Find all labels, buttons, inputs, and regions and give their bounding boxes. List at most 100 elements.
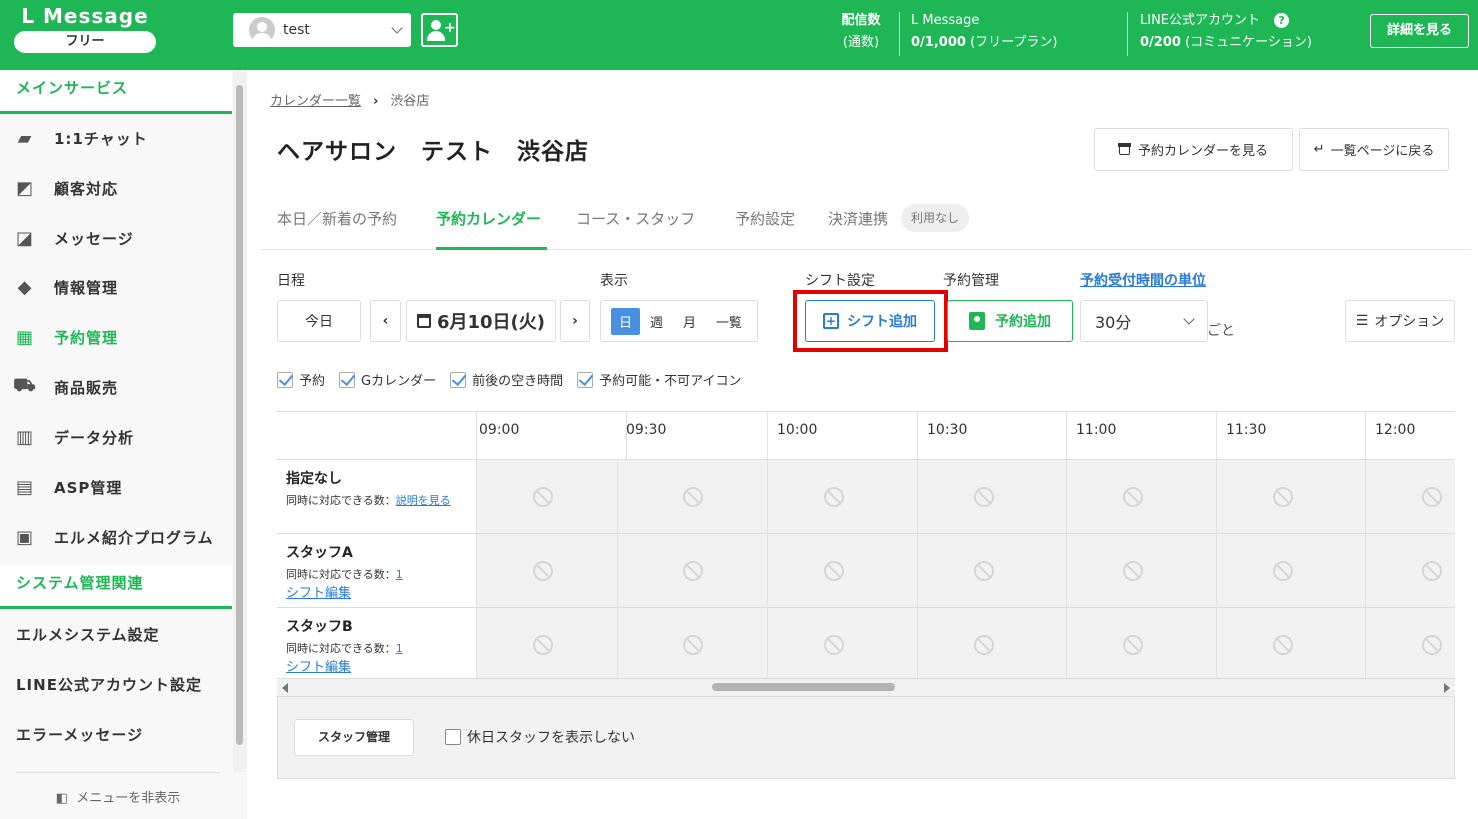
time-slot[interactable] — [1216, 460, 1366, 534]
time-slot[interactable] — [1365, 608, 1455, 678]
time-slot[interactable] — [1365, 534, 1455, 608]
next-day-button[interactable]: › — [560, 300, 590, 342]
unavailable-icon — [683, 487, 703, 507]
time-slot[interactable] — [917, 608, 1067, 678]
logo-text: L Message — [21, 4, 149, 28]
tab-payment[interactable]: 決済連携 — [828, 208, 888, 250]
checkbox-buffer-time[interactable]: 前後の空き時間 — [450, 370, 563, 389]
today-button[interactable]: 今日 — [277, 300, 361, 342]
unavailable-icon — [533, 487, 553, 507]
time-unit-select[interactable]: 30分 — [1080, 300, 1208, 342]
option-button[interactable]: ☰ オプション — [1345, 300, 1455, 342]
sidebar-item-sales[interactable]: ⛟ 商品販売 — [0, 364, 232, 410]
time-slot[interactable] — [767, 460, 917, 534]
scroll-right-icon[interactable] — [1444, 683, 1450, 693]
unavailable-icon — [1273, 487, 1293, 507]
checkbox-availability-icon[interactable]: 予約可能・不可アイコン — [577, 370, 741, 389]
time-header: 12:00 — [1365, 412, 1455, 459]
highlight-box — [793, 290, 948, 352]
sidebar-scrollbar-thumb[interactable] — [236, 85, 243, 745]
tag-icon: ◆ — [17, 276, 33, 298]
sidebar-item-customer[interactable]: ◩ 顧客対応 — [0, 165, 232, 211]
view-week[interactable]: 週 — [640, 312, 673, 331]
help-icon[interactable]: ? — [1274, 13, 1290, 28]
checkbox-gcalendar[interactable]: Gカレンダー — [339, 370, 436, 389]
scrollbar-thumb[interactable] — [712, 683, 895, 691]
hide-holiday-checkbox[interactable]: 休日スタッフを表示しない — [445, 727, 635, 747]
time-slot[interactable] — [767, 534, 917, 608]
tab-course-staff[interactable]: コース・スタッフ — [576, 208, 695, 250]
sidebar-item-label: 予約管理 — [54, 328, 119, 347]
filter-checkboxes: 予約 Gカレンダー 前後の空き時間 予約可能・不可アイコン — [277, 370, 755, 389]
time-unit-value: 30分 — [1095, 313, 1132, 332]
time-slot[interactable] — [1066, 460, 1216, 534]
time-slot[interactable] — [1066, 534, 1216, 608]
checkbox-box — [445, 729, 461, 745]
time-slot[interactable] — [917, 534, 1067, 608]
breadcrumb-link[interactable]: カレンダー一覧 — [270, 94, 361, 109]
date-picker[interactable]: 6月10日(火) — [406, 300, 556, 342]
time-slot[interactable] — [617, 460, 767, 534]
sidebar-item-error-messages[interactable]: エラーメッセージ — [16, 724, 143, 745]
view-day[interactable]: 日 — [611, 307, 641, 335]
time-slot[interactable] — [476, 534, 626, 608]
logo[interactable]: L Message フリー — [14, 4, 156, 53]
detail-button[interactable]: 詳細を見る — [1370, 14, 1469, 48]
time-slot[interactable] — [1216, 608, 1366, 678]
sidebar-item-line-settings[interactable]: LINE公式アカウント設定 — [16, 674, 202, 695]
explain-link[interactable]: 説明を見る — [396, 494, 451, 507]
view-month[interactable]: 月 — [673, 312, 706, 331]
table-row: スタッフB 同時に対応できる数：1 シフト編集 — [277, 607, 1455, 678]
delivery-count-label: 配信数 (通数) — [836, 10, 886, 54]
time-slot[interactable] — [1365, 460, 1455, 534]
checkbox-reservation[interactable]: 予約 — [277, 370, 325, 389]
time-slot[interactable] — [617, 608, 767, 678]
sidebar-section-main: メインサービス — [0, 70, 232, 114]
tab-settings[interactable]: 予約設定 — [735, 208, 795, 250]
stat-label: 配信数 — [841, 13, 881, 28]
time-slot[interactable] — [1216, 534, 1366, 608]
view-list[interactable]: 一覧 — [706, 312, 752, 331]
add-user-button[interactable]: + — [421, 13, 458, 47]
time-slot[interactable] — [917, 460, 1067, 534]
sidebar-item-label: エルメ紹介プログラム — [54, 528, 214, 547]
unit-label-link[interactable]: 予約受付時間の単位 — [1080, 270, 1206, 290]
time-slot[interactable] — [767, 608, 917, 678]
hide-menu-button[interactable]: ◧ メニューを非表示 — [16, 772, 220, 806]
capacity-value[interactable]: 1 — [396, 642, 403, 655]
time-header: 10:30 — [917, 412, 1067, 459]
shift-label: シフト設定 — [805, 273, 875, 289]
sidebar-item-message[interactable]: ◪ メッセージ — [0, 215, 232, 261]
shift-edit-link[interactable]: シフト編集 — [286, 656, 476, 675]
sidebar-item-referral[interactable]: ▣ エルメ紹介プログラム — [0, 514, 232, 560]
calendar-icon: ▦ — [15, 326, 34, 348]
sidebar-item-reservation[interactable]: ▦ 予約管理 — [0, 314, 232, 360]
time-slot[interactable] — [476, 460, 626, 534]
tab-today[interactable]: 本日／新着の予約 — [277, 208, 397, 250]
bar-chart-icon: ▥ — [15, 426, 34, 448]
sidebar-item-chat[interactable]: ▰ 1:1チャット — [0, 115, 232, 161]
sidebar-item-analytics[interactable]: ▥ データ分析 — [0, 414, 232, 460]
checkbox-label: Gカレンダー — [361, 374, 437, 389]
tab-calendar[interactable]: 予約カレンダー — [436, 208, 547, 250]
add-reservation-button[interactable]: 予約追加 — [947, 300, 1073, 342]
prev-day-button[interactable]: ‹ — [370, 300, 401, 342]
time-slot[interactable] — [617, 534, 767, 608]
scroll-left-icon[interactable] — [282, 683, 288, 693]
grid-horizontal-scrollbar[interactable] — [277, 679, 1455, 696]
time-slot[interactable] — [476, 608, 626, 678]
sidebar-item-system-settings[interactable]: エルメシステム設定 — [16, 624, 160, 645]
staff-management-button[interactable]: スタッフ管理 — [294, 719, 414, 756]
view-calendar-button[interactable]: 予約カレンダーを見る — [1094, 128, 1293, 171]
shift-edit-link[interactable]: シフト編集 — [286, 582, 476, 601]
time-slot[interactable] — [1066, 608, 1216, 678]
time-header: 09:00 — [476, 412, 626, 459]
stat-value: 0/1,000 — [911, 35, 966, 50]
sidebar-item-asp[interactable]: ▤ ASP管理 — [0, 464, 232, 510]
unavailable-icon — [533, 635, 553, 655]
sidebar-item-info[interactable]: ◆ 情報管理 — [0, 264, 232, 310]
back-to-list-button[interactable]: ↵ 一覧ページに戻る — [1299, 128, 1449, 171]
account-select[interactable]: test — [233, 13, 411, 47]
plan-badge: フリー — [14, 31, 156, 53]
capacity-value[interactable]: 1 — [396, 568, 403, 581]
